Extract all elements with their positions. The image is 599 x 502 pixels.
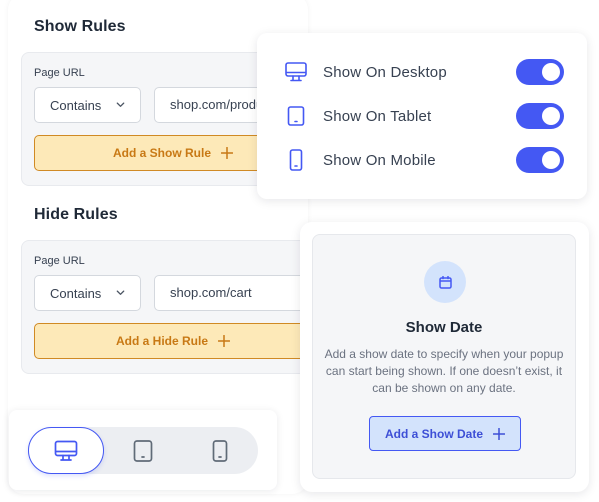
hide-rules-box: Page URL Contains shop.com/cart Add a Hi… — [21, 240, 354, 374]
chevron-down-icon — [116, 102, 125, 107]
desktop-icon — [284, 60, 308, 84]
device-switcher-card — [9, 410, 277, 490]
add-show-rule-label: Add a Show Rule — [113, 146, 212, 160]
device-switcher — [28, 427, 258, 474]
switcher-desktop-button[interactable] — [28, 427, 104, 474]
device-label-tablet: Show On Tablet — [323, 107, 432, 125]
tablet-icon — [284, 104, 308, 128]
add-hide-rule-button[interactable]: Add a Hide Rule — [34, 323, 334, 359]
hide-rule-operator-value: Contains — [50, 285, 102, 301]
calendar-icon-badge — [424, 261, 466, 303]
hide-rule-operator-select[interactable]: Contains — [34, 275, 141, 311]
mobile-icon — [284, 148, 308, 172]
add-hide-rule-label: Add a Hide Rule — [116, 334, 209, 348]
chevron-down-icon — [116, 290, 125, 295]
desktop-icon — [54, 440, 78, 461]
show-rule-operator-value: Contains — [50, 97, 102, 113]
show-rule-operator-select[interactable]: Contains — [34, 87, 141, 123]
add-show-date-button[interactable]: Add a Show Date — [369, 416, 521, 451]
hide-rules-title: Hide Rules — [34, 206, 118, 223]
plus-icon — [221, 147, 234, 159]
device-label-desktop: Show On Desktop — [323, 63, 447, 81]
show-date-panel: Show Date Add a show date to specify whe… — [312, 234, 576, 479]
device-row-desktop: Show On Desktop — [284, 58, 564, 86]
calendar-icon — [438, 275, 452, 289]
show-date-description: Add a show date to specify when your pop… — [324, 347, 564, 395]
device-row-tablet: Show On Tablet — [284, 102, 564, 130]
add-show-date-label: Add a Show Date — [384, 426, 483, 441]
show-rules-title: Show Rules — [34, 18, 126, 35]
toggle-knob — [542, 107, 560, 125]
tablet-toggle[interactable] — [516, 103, 564, 129]
show-date-title: Show Date — [405, 319, 483, 336]
show-date-card: Show Date Add a show date to specify whe… — [300, 222, 589, 492]
desktop-toggle[interactable] — [516, 59, 564, 85]
device-row-mobile: Show On Mobile — [284, 146, 564, 174]
mobile-toggle[interactable] — [516, 147, 564, 173]
toggle-knob — [542, 151, 560, 169]
switcher-mobile-button[interactable] — [182, 427, 258, 474]
plus-icon — [493, 427, 505, 440]
tablet-icon — [133, 439, 153, 462]
switcher-tablet-button[interactable] — [105, 427, 181, 474]
hide-rule-field-label: Page URL — [34, 255, 85, 267]
show-rule-field-label: Page URL — [34, 67, 85, 79]
mobile-icon — [212, 439, 228, 462]
toggle-knob — [542, 63, 560, 81]
device-label-mobile: Show On Mobile — [323, 151, 436, 169]
device-visibility-card: Show On Desktop Show On Tablet Show On M… — [257, 33, 587, 199]
plus-icon — [218, 335, 231, 347]
